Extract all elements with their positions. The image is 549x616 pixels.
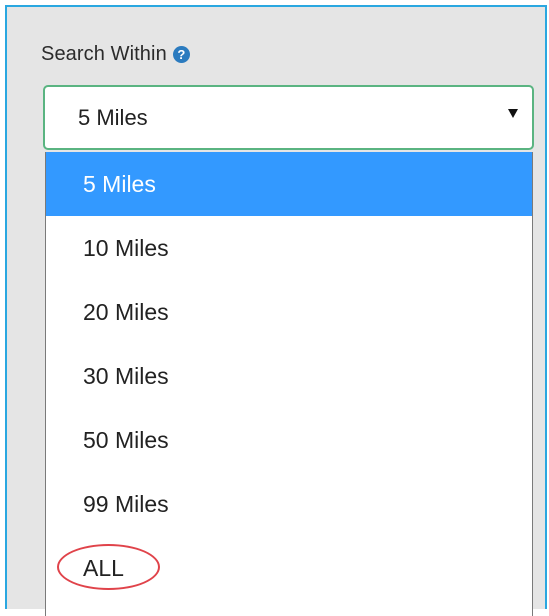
option-20-miles[interactable]: 20 Miles: [46, 280, 532, 344]
option-label: 20 Miles: [83, 298, 169, 325]
question-circle-icon[interactable]: ?: [172, 46, 190, 63]
search-within-select[interactable]: 5 Miles: [43, 85, 534, 150]
option-label: 10 Miles: [83, 234, 169, 261]
option-10-miles[interactable]: 10 Miles: [46, 216, 532, 280]
option-all[interactable]: ALL: [46, 536, 532, 600]
option-label: 99 Miles: [83, 490, 169, 517]
option-label: 30 Miles: [83, 362, 169, 389]
caret-down-icon: [508, 109, 518, 118]
search-within-panel: Search Within ? 5 Miles 5 Miles 10 Miles…: [5, 5, 547, 616]
search-within-label-row: Search Within ?: [41, 43, 190, 66]
option-99-miles[interactable]: 99 Miles: [46, 472, 532, 536]
search-within-label: Search Within: [41, 43, 167, 65]
select-current-value: 5 Miles: [78, 105, 148, 130]
search-within-dropdown-list: 5 Miles 10 Miles 20 Miles 30 Miles 50 Mi…: [45, 152, 533, 616]
option-5-miles[interactable]: 5 Miles: [46, 152, 532, 216]
option-50-miles[interactable]: 50 Miles: [46, 408, 532, 472]
option-label: 5 Miles: [83, 170, 156, 197]
option-label: ALL: [83, 554, 124, 581]
option-label: 50 Miles: [83, 426, 169, 453]
option-30-miles[interactable]: 30 Miles: [46, 344, 532, 408]
